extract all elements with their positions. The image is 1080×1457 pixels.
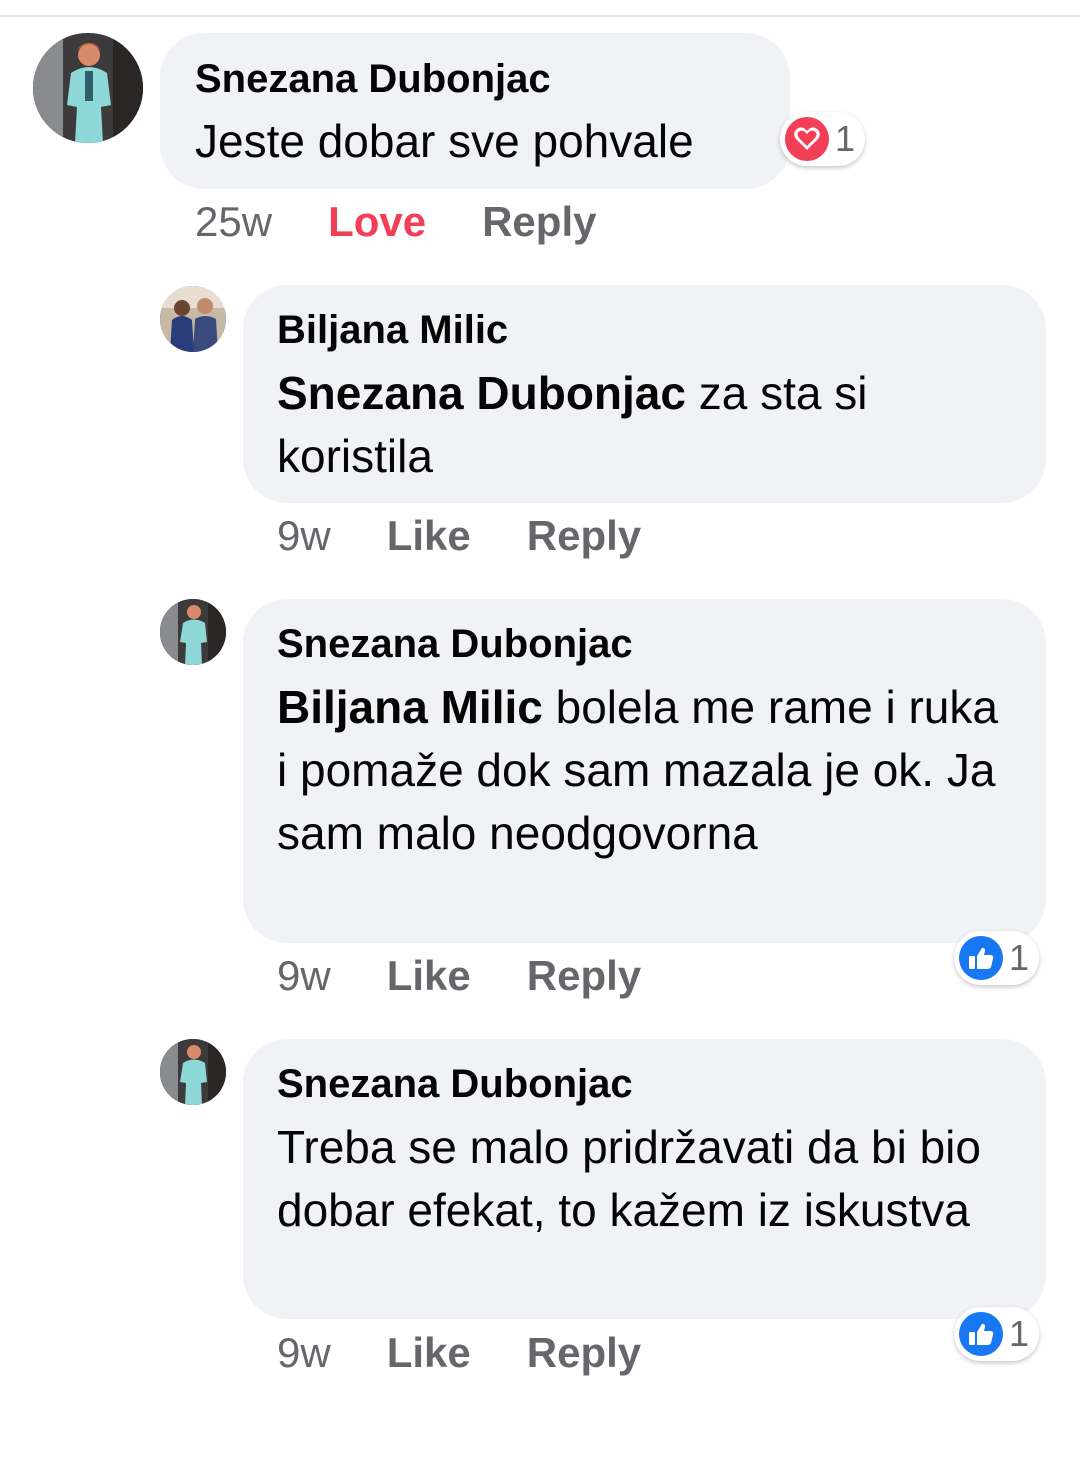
- like-button[interactable]: Like: [387, 512, 471, 560]
- comment-text: Snezana Dubonjac za sta si koristila: [277, 362, 977, 488]
- comment-author[interactable]: Snezana Dubonjac: [277, 620, 633, 668]
- comment-time[interactable]: 9w: [277, 512, 331, 560]
- comment-text: Biljana Milic bolela me rame i ruka i po…: [277, 676, 1017, 865]
- comment-time[interactable]: 9w: [277, 1329, 331, 1377]
- heart-icon: [785, 117, 829, 161]
- top-divider: [0, 15, 1080, 17]
- reaction-badge[interactable]: 1: [780, 112, 865, 166]
- reply-button[interactable]: Reply: [527, 512, 641, 560]
- reaction-count: 1: [834, 118, 855, 159]
- reply-button[interactable]: Reply: [527, 1329, 641, 1377]
- mention-link[interactable]: Biljana Milic: [277, 681, 543, 733]
- reply-button[interactable]: Reply: [527, 952, 641, 1000]
- reaction-badge[interactable]: 1: [954, 931, 1039, 985]
- comment-actions: 9w Like Reply: [277, 952, 641, 1000]
- comment-actions: 25w Love Reply: [195, 198, 596, 246]
- avatar[interactable]: [33, 33, 143, 143]
- comment-text-body: Treba se malo pridržavati da bi bio doba…: [277, 1121, 981, 1236]
- comment-text: Jeste dobar sve pohvale: [195, 110, 775, 173]
- love-button[interactable]: Love: [328, 198, 426, 246]
- comment-text: Treba se malo pridržavati da bi bio doba…: [277, 1116, 1007, 1242]
- comment-time[interactable]: 25w: [195, 198, 272, 246]
- comment-author[interactable]: Biljana Milic: [277, 306, 508, 354]
- comment-actions: 9w Like Reply: [277, 512, 641, 560]
- avatar[interactable]: [160, 286, 226, 352]
- comment-author[interactable]: Snezana Dubonjac: [195, 55, 551, 103]
- avatar[interactable]: [160, 599, 226, 665]
- reaction-count: 1: [1008, 1313, 1029, 1354]
- thumbs-up-icon: [959, 1312, 1003, 1356]
- like-button[interactable]: Like: [387, 952, 471, 1000]
- thumbs-up-icon: [959, 936, 1003, 980]
- reaction-count: 1: [1008, 937, 1029, 978]
- avatar[interactable]: [160, 1039, 226, 1105]
- mention-link[interactable]: Snezana Dubonjac: [277, 367, 686, 419]
- reaction-badge[interactable]: 1: [954, 1307, 1039, 1361]
- comment-actions: 9w Like Reply: [277, 1329, 641, 1377]
- comment-author[interactable]: Snezana Dubonjac: [277, 1060, 633, 1108]
- reply-button[interactable]: Reply: [482, 198, 596, 246]
- comment-text-body: Jeste dobar sve pohvale: [195, 115, 694, 167]
- comment-time[interactable]: 9w: [277, 952, 331, 1000]
- like-button[interactable]: Like: [387, 1329, 471, 1377]
